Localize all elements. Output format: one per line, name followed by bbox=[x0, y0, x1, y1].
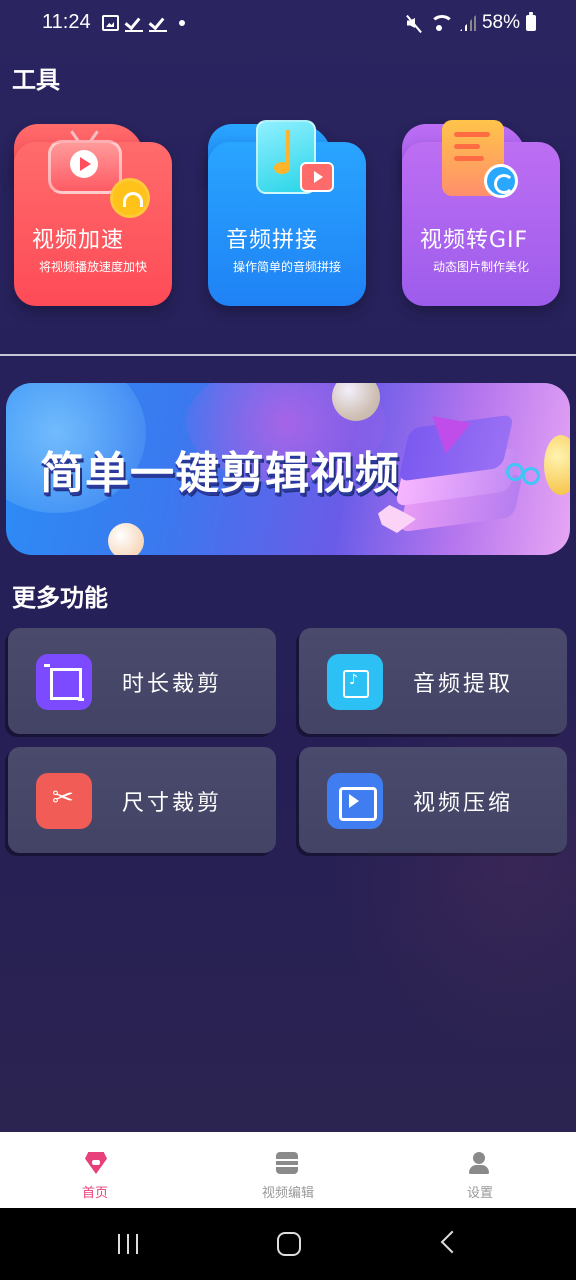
tool-subtitle: 动态图片制作美化 bbox=[432, 260, 529, 274]
download-done-icon bbox=[125, 14, 143, 32]
tool-subtitle: 将视频播放速度加快 bbox=[38, 260, 147, 274]
notification-icons bbox=[102, 14, 185, 32]
speedometer-icon bbox=[110, 178, 150, 218]
nav-settings[interactable]: 设置 bbox=[384, 1132, 576, 1208]
music-note-icon bbox=[252, 116, 342, 200]
system-status-icons: 58% bbox=[404, 12, 536, 34]
bottom-navigation: 首页 视频编辑 设置 bbox=[0, 1132, 576, 1208]
tool-title: 视频转GIF bbox=[420, 228, 529, 253]
tools-section-title: 工具 bbox=[12, 66, 60, 94]
feature-label: 视频压缩 bbox=[413, 791, 514, 816]
feature-audio-extract[interactable]: 音频提取 bbox=[299, 628, 567, 734]
scissors-icon bbox=[36, 773, 92, 829]
battery-icon bbox=[526, 12, 536, 31]
feature-label: 尺寸裁剪 bbox=[122, 791, 223, 816]
download-done-icon bbox=[149, 14, 167, 32]
status-bar: 11:24 58% bbox=[0, 0, 576, 48]
recent-apps-icon[interactable] bbox=[116, 1232, 140, 1256]
feature-label: 音频提取 bbox=[413, 672, 514, 697]
feature-duration-trim[interactable]: 时长裁剪 bbox=[8, 628, 276, 734]
film-icon bbox=[276, 1152, 298, 1174]
tool-card-audio-join[interactable]: 音频拼接 操作简单的音频拼接 bbox=[204, 116, 376, 312]
user-icon bbox=[468, 1152, 490, 1174]
nav-video-edit[interactable]: 视频编辑 bbox=[192, 1132, 384, 1208]
more-notifications-dot-icon bbox=[179, 20, 185, 26]
promo-banner[interactable]: 简单一键剪辑视频 bbox=[6, 383, 570, 555]
feature-size-crop[interactable]: 尺寸裁剪 bbox=[8, 747, 276, 853]
tool-title: 视频加速 bbox=[32, 228, 125, 253]
video-edit-illustration bbox=[376, 395, 556, 545]
status-time: 11:24 bbox=[42, 11, 91, 33]
nav-home[interactable]: 首页 bbox=[0, 1132, 192, 1208]
home-button-icon[interactable] bbox=[277, 1232, 301, 1256]
video-tv-icon bbox=[300, 162, 334, 192]
nav-label: 首页 bbox=[81, 1186, 108, 1201]
gallery-icon bbox=[102, 15, 119, 31]
back-icon[interactable] bbox=[440, 1230, 464, 1254]
battery-percent: 58% bbox=[481, 12, 520, 33]
signal-icon bbox=[456, 13, 476, 33]
video-compress-icon bbox=[327, 773, 383, 829]
nav-label: 视频编辑 bbox=[261, 1186, 314, 1201]
audio-file-icon bbox=[327, 654, 383, 710]
section-divider bbox=[0, 354, 576, 356]
tool-card-video-speed[interactable]: 视频加速 将视频播放速度加快 bbox=[10, 116, 182, 312]
tool-title: 音频拼接 bbox=[226, 228, 319, 253]
system-navigation-bar bbox=[0, 1208, 576, 1280]
refresh-icon bbox=[484, 164, 518, 198]
home-icon bbox=[85, 1152, 107, 1174]
banner-headline: 简单一键剪辑视频 bbox=[40, 448, 400, 499]
wifi-icon bbox=[429, 13, 454, 33]
crop-icon bbox=[36, 654, 92, 710]
nav-label: 设置 bbox=[466, 1186, 493, 1201]
feature-video-compress[interactable]: 视频压缩 bbox=[299, 747, 567, 853]
gif-convert-icon bbox=[440, 118, 530, 202]
mute-icon bbox=[404, 13, 424, 33]
feature-label: 时长裁剪 bbox=[122, 672, 223, 697]
decorative-bubble bbox=[108, 523, 144, 555]
tool-card-video-to-gif[interactable]: 视频转GIF 动态图片制作美化 bbox=[398, 116, 570, 312]
more-features-title: 更多功能 bbox=[12, 584, 108, 612]
speed-tv-icon bbox=[48, 130, 150, 218]
tool-subtitle: 操作简单的音频拼接 bbox=[232, 260, 341, 274]
scissors-icon bbox=[506, 449, 540, 485]
